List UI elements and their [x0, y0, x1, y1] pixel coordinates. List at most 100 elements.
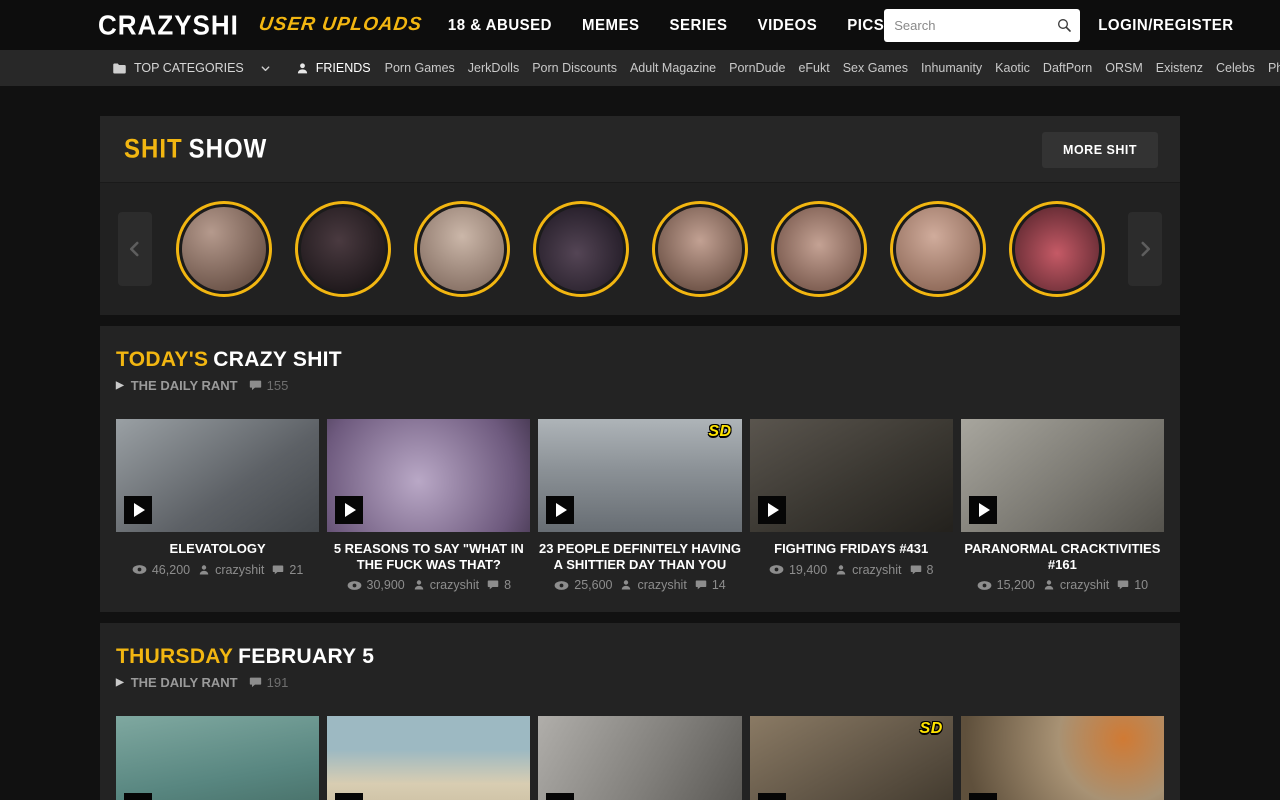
author-name[interactable]: crazyshit [1060, 578, 1109, 592]
video-thumbnail[interactable] [961, 716, 1164, 800]
video-card[interactable] [327, 716, 530, 800]
play-button-icon[interactable] [758, 793, 786, 800]
site-logo[interactable]: CRAZYSHI [98, 8, 239, 41]
friend-link-inhumanity[interactable]: Inhumanity [921, 61, 982, 75]
author-name[interactable]: crazyshit [852, 563, 901, 577]
play-button-icon[interactable] [758, 496, 786, 524]
carousel-next-button[interactable] [1128, 212, 1162, 286]
section-header: TODAY'SCRAZY SHIT ▶ THE DAILY RANT 155 [116, 348, 1164, 393]
comment-count: 8 [927, 563, 934, 577]
more-shit-button[interactable]: MORE SHIT [1042, 132, 1158, 168]
video-card[interactable]: ELEVATOLOGY 46,200 crazyshit 21 [116, 419, 319, 592]
friend-link-celebs[interactable]: Celebs [1216, 61, 1255, 75]
sd-badge: SD [708, 423, 731, 441]
nav-18-abused[interactable]: 18 & ABUSED [448, 16, 552, 34]
friend-link-adult-magazine[interactable]: Adult Magazine [630, 61, 716, 75]
friend-link-porn-discounts[interactable]: Porn Discounts [532, 61, 617, 75]
carousel-thumbnail-1[interactable] [176, 201, 272, 297]
nav-series[interactable]: SERIES [670, 16, 728, 34]
play-button-icon[interactable] [969, 793, 997, 800]
video-thumbnail[interactable] [116, 419, 319, 532]
video-card[interactable]: 5 REASONS TO SAY "WHAT IN THE FUCK WAS T… [327, 419, 530, 592]
author-name[interactable]: crazyshit [637, 578, 686, 592]
video-thumbnail[interactable] [961, 419, 1164, 532]
friend-link-phun[interactable]: Phun [1268, 61, 1280, 75]
carousel-thumbnail-6[interactable] [771, 201, 867, 297]
views-eye-icon [769, 564, 784, 575]
video-stats: 15,200 crazyshit 10 [961, 578, 1164, 592]
video-card[interactable]: PARANORMAL CRACKTIVITIES #161 15,200 cra… [961, 419, 1164, 592]
search-icon[interactable] [1056, 17, 1072, 33]
person-icon [296, 62, 309, 75]
video-card[interactable] [116, 716, 319, 800]
login-register-link[interactable]: LOGIN/REGISTER [1098, 16, 1233, 34]
author-person-icon [198, 564, 210, 576]
video-card[interactable]: SD [750, 716, 953, 800]
todays-section: TODAY'SCRAZY SHIT ▶ THE DAILY RANT 155 [100, 326, 1180, 612]
comment-count: 10 [1134, 578, 1148, 592]
carousel-thumbnail-7[interactable] [890, 201, 986, 297]
daily-rant-link[interactable]: ▶ THE DAILY RANT 191 [116, 675, 1164, 690]
friends-link[interactable]: FRIENDS [296, 61, 371, 75]
nav-memes[interactable]: MEMES [582, 16, 640, 34]
search-box[interactable] [884, 9, 1080, 42]
play-button-icon[interactable] [969, 496, 997, 524]
user-uploads-tagline[interactable]: USER UPLOADS [257, 14, 423, 36]
video-card[interactable]: FIGHTING FRIDAYS #431 19,400 crazyshit 8 [750, 419, 953, 592]
friend-link-jerkdolls[interactable]: JerkDolls [468, 61, 519, 75]
search-input[interactable] [894, 18, 1056, 33]
video-card[interactable]: SD 23 PEOPLE DEFINITELY HAVING A SHITTIE… [538, 419, 741, 592]
friend-link-porndude[interactable]: PornDude [729, 61, 785, 75]
play-button-icon[interactable] [124, 496, 152, 524]
video-title[interactable]: ELEVATOLOGY [116, 541, 319, 557]
carousel-thumbnail-8[interactable] [1009, 201, 1105, 297]
video-thumbnail[interactable] [327, 419, 530, 532]
video-card[interactable] [538, 716, 741, 800]
section-title-rest: FEBRUARY 5 [238, 645, 374, 668]
video-thumbnail[interactable] [538, 716, 741, 800]
friend-link-kaotic[interactable]: Kaotic [995, 61, 1030, 75]
friend-link-existenz[interactable]: Existenz [1156, 61, 1203, 75]
video-thumbnail[interactable] [327, 716, 530, 800]
view-count: 25,600 [574, 578, 612, 592]
video-thumbnail[interactable]: SD [750, 716, 953, 800]
play-button-icon[interactable] [124, 793, 152, 800]
video-title[interactable]: PARANORMAL CRACKTIVITIES #161 [961, 541, 1164, 572]
video-title[interactable]: FIGHTING FRIDAYS #431 [750, 541, 953, 557]
friend-link-orsm[interactable]: ORSM [1105, 61, 1143, 75]
shit-show-header: SHITSHOW MORE SHIT [100, 116, 1180, 183]
chevron-down-icon [260, 63, 271, 74]
folder-icon [112, 61, 127, 76]
carousel-thumbnail-2[interactable] [295, 201, 391, 297]
video-title[interactable]: 5 REASONS TO SAY "WHAT IN THE FUCK WAS T… [327, 541, 530, 572]
friend-link-daftporn[interactable]: DaftPorn [1043, 61, 1092, 75]
carousel-thumbnail-5[interactable] [652, 201, 748, 297]
video-thumbnail[interactable]: SD [538, 419, 741, 532]
video-thumbnail[interactable] [116, 716, 319, 800]
nav-videos[interactable]: VIDEOS [758, 16, 818, 34]
video-title[interactable]: 23 PEOPLE DEFINITELY HAVING A SHITTIER D… [538, 541, 741, 572]
play-button-icon[interactable] [546, 496, 574, 524]
carousel-thumbnail-3[interactable] [414, 201, 510, 297]
sd-badge: SD [920, 720, 943, 738]
friend-link-sex-games[interactable]: Sex Games [843, 61, 908, 75]
friend-link-porn-games[interactable]: Porn Games [385, 61, 455, 75]
play-button-icon[interactable] [335, 793, 363, 800]
view-count: 46,200 [152, 563, 190, 577]
nav-pics[interactable]: PICS [847, 16, 884, 34]
daily-rant-link[interactable]: ▶ THE DAILY RANT 155 [116, 378, 1164, 393]
section-title-accent: THURSDAY [116, 645, 233, 668]
author-name[interactable]: crazyshit [430, 578, 479, 592]
top-bar: CRAZYSHI USER UPLOADS 18 & ABUSED MEMES … [0, 0, 1280, 50]
video-thumbnail[interactable] [750, 419, 953, 532]
friend-link-efukt[interactable]: eFukt [798, 61, 829, 75]
daily-rant-label: THE DAILY RANT [131, 378, 238, 393]
carousel-thumbnail-4[interactable] [533, 201, 629, 297]
top-categories-dropdown[interactable]: TOP CATEGORIES [112, 61, 271, 76]
author-name[interactable]: crazyshit [215, 563, 264, 577]
view-count: 19,400 [789, 563, 827, 577]
play-button-icon[interactable] [335, 496, 363, 524]
carousel-prev-button[interactable] [118, 212, 152, 286]
play-button-icon[interactable] [546, 793, 574, 800]
video-card[interactable] [961, 716, 1164, 800]
